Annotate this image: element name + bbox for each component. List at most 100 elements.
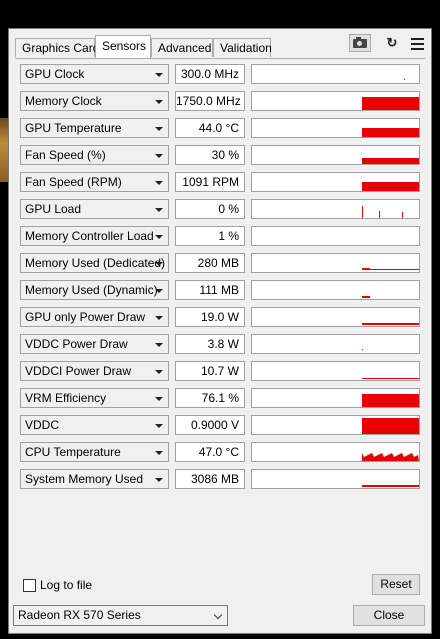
sensor-name: GPU only Power Draw — [25, 310, 146, 324]
sensor-row: System Memory Used 3086 MB — [20, 469, 420, 491]
dropdown-arrow-icon[interactable] — [155, 397, 163, 401]
sensor-name-dropdown[interactable]: VDDC Power Draw — [20, 334, 169, 354]
sensor-row: GPU only Power Draw 19.0 W — [20, 307, 420, 329]
sensor-value: 3086 MB — [175, 469, 245, 489]
dropdown-arrow-icon[interactable] — [155, 451, 163, 455]
checkbox-box[interactable] — [23, 579, 36, 592]
sensor-name-dropdown[interactable]: GPU Temperature — [20, 118, 169, 138]
sensor-graph — [251, 334, 420, 354]
gpu-select-value: Radeon RX 570 Series — [18, 608, 141, 622]
sensor-value: 0 % — [175, 199, 245, 219]
sensor-name: VDDCI Power Draw — [25, 364, 132, 378]
gpu-select[interactable]: Radeon RX 570 Series — [13, 605, 228, 626]
sensor-name-dropdown[interactable]: Memory Clock — [20, 91, 169, 111]
sensor-graph — [251, 91, 420, 111]
close-button[interactable]: Close — [353, 605, 425, 626]
reset-button[interactable]: Reset — [372, 574, 420, 595]
sensor-value: 3.8 W — [175, 334, 245, 354]
gpu-z-window: Graphics Card Sensors Advanced Validatio… — [8, 28, 432, 634]
sensor-row: Memory Used (Dedicated) 280 MB — [20, 253, 420, 275]
sensor-row: GPU Clock 300.0 MHz — [20, 64, 420, 86]
sensor-name: Fan Speed (RPM) — [25, 175, 122, 189]
sensor-name: Memory Controller Load — [25, 229, 154, 243]
sensor-name-dropdown[interactable]: GPU only Power Draw — [20, 307, 169, 327]
sensor-value: 1 % — [175, 226, 245, 246]
sensor-row: VRM Efficiency 76.1 % — [20, 388, 420, 410]
sensor-graph — [251, 307, 420, 327]
sensor-value: 76.1 % — [175, 388, 245, 408]
tab-graphics-card[interactable]: Graphics Card — [15, 38, 99, 57]
sensor-value: 280 MB — [175, 253, 245, 273]
menu-icon[interactable] — [406, 34, 428, 52]
sensor-name-dropdown[interactable]: System Memory Used — [20, 469, 169, 489]
tab-validation[interactable]: Validation — [213, 38, 272, 57]
sensor-graph — [251, 145, 420, 165]
sensor-graph — [251, 199, 420, 219]
dropdown-arrow-icon[interactable] — [155, 316, 163, 320]
sensor-name: Memory Used (Dynamic) — [25, 283, 158, 297]
log-to-file-label: Log to file — [40, 578, 93, 592]
sensor-name-dropdown[interactable]: Memory Used (Dedicated) — [20, 253, 169, 273]
sensor-value: 1091 RPM — [175, 172, 245, 192]
sensor-name: GPU Load — [25, 202, 82, 216]
sensor-name: Memory Used (Dedicated) — [25, 256, 166, 270]
camera-icon[interactable] — [349, 34, 371, 52]
sensor-name-dropdown[interactable]: GPU Clock — [20, 64, 169, 84]
sensor-value: 30 % — [175, 145, 245, 165]
sensor-name-dropdown[interactable]: CPU Temperature — [20, 442, 169, 462]
sensor-name-dropdown[interactable]: GPU Load — [20, 199, 169, 219]
sensor-row: CPU Temperature 47.0 °C — [20, 442, 420, 464]
sensor-value: 44.0 °C — [175, 118, 245, 138]
sensor-name-dropdown[interactable]: Fan Speed (%) — [20, 145, 169, 165]
sensor-name-dropdown[interactable]: Memory Used (Dynamic) — [20, 280, 169, 300]
sensor-value: 0.9000 V — [175, 415, 245, 435]
sensor-row: Fan Speed (%) 30 % — [20, 145, 420, 167]
sensor-graph — [251, 64, 420, 84]
sensor-graph — [251, 172, 420, 192]
dropdown-arrow-icon[interactable] — [155, 127, 163, 131]
refresh-icon[interactable]: ↻ — [381, 34, 403, 52]
sensor-graph — [251, 388, 420, 408]
sensor-graph — [251, 253, 420, 273]
sensor-graph — [251, 118, 420, 138]
sensor-name-dropdown[interactable]: Fan Speed (RPM) — [20, 172, 169, 192]
dropdown-arrow-icon[interactable] — [155, 370, 163, 374]
sensor-graph — [251, 415, 420, 435]
sensor-graph — [251, 280, 420, 300]
sensor-row: Fan Speed (RPM) 1091 RPM — [20, 172, 420, 194]
dropdown-arrow-icon[interactable] — [155, 478, 163, 482]
sensor-name: System Memory Used — [25, 472, 144, 486]
sensor-row: VDDC Power Draw 3.8 W — [20, 334, 420, 356]
sensor-name-dropdown[interactable]: VDDCI Power Draw — [20, 361, 169, 381]
dropdown-arrow-icon[interactable] — [155, 343, 163, 347]
sensor-row: GPU Load 0 % — [20, 199, 420, 221]
sensor-value: 19.0 W — [175, 307, 245, 327]
sensor-value: 47.0 °C — [175, 442, 245, 462]
dropdown-arrow-icon[interactable] — [155, 424, 163, 428]
tab-sensors[interactable]: Sensors — [95, 35, 151, 58]
tab-advanced[interactable]: Advanced — [151, 38, 213, 57]
dropdown-arrow-icon[interactable] — [155, 235, 163, 239]
sensor-value: 10.7 W — [175, 361, 245, 381]
sensor-value: 300.0 MHz — [175, 64, 245, 84]
sensor-name-dropdown[interactable]: VRM Efficiency — [20, 388, 169, 408]
chevron-down-icon — [213, 610, 223, 620]
sensor-row: GPU Temperature 44.0 °C — [20, 118, 420, 140]
sensor-name-dropdown[interactable]: Memory Controller Load — [20, 226, 169, 246]
dropdown-arrow-icon[interactable] — [155, 100, 163, 104]
sensor-name-dropdown[interactable]: VDDC — [20, 415, 169, 435]
sensor-graph — [251, 226, 420, 246]
sensor-value: 111 MB — [175, 280, 245, 300]
dropdown-arrow-icon[interactable] — [155, 154, 163, 158]
dropdown-arrow-icon[interactable] — [155, 73, 163, 77]
dropdown-arrow-icon[interactable] — [155, 208, 163, 212]
sensor-row: VDDCI Power Draw 10.7 W — [20, 361, 420, 383]
sensor-row: Memory Used (Dynamic) 111 MB — [20, 280, 420, 302]
sensor-name: CPU Temperature — [25, 445, 121, 459]
tab-divider — [15, 58, 425, 59]
sensor-graph — [251, 469, 420, 489]
dropdown-arrow-icon[interactable] — [155, 262, 163, 266]
dropdown-arrow-icon[interactable] — [155, 289, 163, 293]
dropdown-arrow-icon[interactable] — [155, 181, 163, 185]
sensor-name: VRM Efficiency — [25, 391, 107, 405]
